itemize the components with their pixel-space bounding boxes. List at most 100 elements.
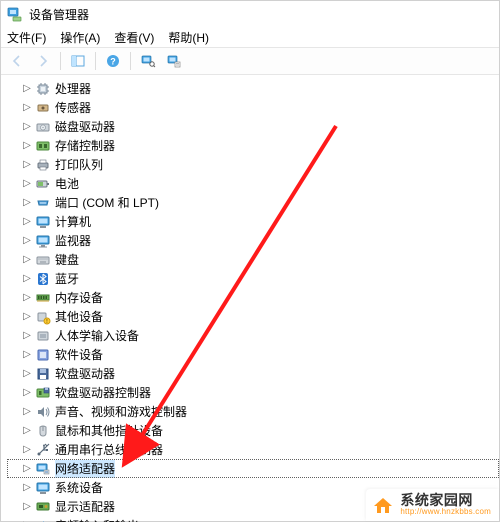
watermark-logo-icon: [372, 494, 394, 516]
menu-help[interactable]: 帮助(H): [168, 29, 209, 46]
tree-node-battery[interactable]: ▷ 电池: [7, 174, 499, 193]
tree-node-floppy-controller[interactable]: ▷ 软盘驱动器控制器: [7, 383, 499, 402]
tree-node-other-devices[interactable]: ▷ ! 其他设备: [7, 307, 499, 326]
expand-icon[interactable]: ▷: [21, 197, 33, 209]
computer-icon: [35, 214, 51, 230]
tree-node-label: 网络适配器: [55, 460, 115, 478]
keyboard-icon: [35, 252, 51, 268]
tree-node-print-queue[interactable]: ▷ 打印队列: [7, 155, 499, 174]
expand-icon[interactable]: ▷: [21, 311, 33, 323]
toolbar-divider: [95, 52, 96, 70]
toolbar-forward-button[interactable]: [31, 50, 55, 72]
floppy-controller-icon: [35, 385, 51, 401]
expand-icon[interactable]: ▷: [21, 425, 33, 437]
tree-node-cpu[interactable]: ▷ 处理器: [7, 79, 499, 98]
tree-node-ports[interactable]: ▷ 端口 (COM 和 LPT): [7, 193, 499, 212]
tree-node-label: 磁盘驱动器: [55, 118, 115, 136]
tree-node-keyboard[interactable]: ▷ 键盘: [7, 250, 499, 269]
toolbar-scan-button[interactable]: [136, 50, 160, 72]
toolbar-show-pane-button[interactable]: [66, 50, 90, 72]
battery-icon: [35, 176, 51, 192]
watermark: 系统家园网 http://www.hnzkbbs.com: [366, 489, 499, 521]
usb-controller-icon: [35, 442, 51, 458]
port-icon: [35, 195, 51, 211]
tree-node-label: 蓝牙: [55, 270, 79, 288]
expand-icon[interactable]: ▷: [21, 121, 33, 133]
tree-node-network-adapter[interactable]: ▷ 网络适配器: [7, 459, 499, 478]
expand-icon[interactable]: ▷: [21, 463, 33, 475]
tree-node-label: 通用串行总线控制器: [55, 441, 163, 459]
tree-node-label: 存储控制器: [55, 137, 115, 155]
device-tree[interactable]: ▷ 处理器 ▷ 传感器 ▷ 磁盘驱动器 ▷ 存储控制器: [1, 75, 499, 522]
sound-video-icon: [35, 404, 51, 420]
tree-node-hid[interactable]: ▷ 人体学输入设备: [7, 326, 499, 345]
menu-file[interactable]: 文件(F): [7, 29, 46, 46]
toolbar-divider: [130, 52, 131, 70]
toolbar-back-button[interactable]: [5, 50, 29, 72]
tree-node-label: 处理器: [55, 80, 91, 98]
expand-icon[interactable]: ▷: [21, 444, 33, 456]
network-adapter-icon: [35, 461, 51, 477]
menu-action[interactable]: 操作(A): [60, 29, 100, 46]
tree-node-bluetooth[interactable]: ▷ 蓝牙: [7, 269, 499, 288]
tree-node-label: 软盘驱动器: [55, 365, 115, 383]
tree-node-label: 人体学输入设备: [55, 327, 139, 345]
menu-view[interactable]: 查看(V): [114, 29, 154, 46]
tree-node-label: 电池: [55, 175, 79, 193]
tree-node-sound-video[interactable]: ▷ 声音、视频和游戏控制器: [7, 402, 499, 421]
audio-io-icon: [35, 518, 51, 522]
floppy-drive-icon: [35, 366, 51, 382]
expand-icon[interactable]: ▷: [21, 140, 33, 152]
tree-node-software-devices[interactable]: ▷ 软件设备: [7, 345, 499, 364]
titlebar: 设备管理器: [1, 1, 499, 27]
tree-node-label: 系统设备: [55, 479, 103, 497]
watermark-url: http://www.hnzkbbs.com: [400, 508, 491, 517]
app-icon: [7, 6, 23, 22]
tree-node-label: 声音、视频和游戏控制器: [55, 403, 187, 421]
tree-node-label: 其他设备: [55, 308, 103, 326]
display-adapter-icon: [35, 499, 51, 515]
tree-node-sensor[interactable]: ▷ 传感器: [7, 98, 499, 117]
expand-icon[interactable]: ▷: [21, 501, 33, 513]
tree-node-mouse[interactable]: ▷ 鼠标和其他指针设备: [7, 421, 499, 440]
tree-node-floppy-drive[interactable]: ▷ 软盘驱动器: [7, 364, 499, 383]
tree-node-monitor[interactable]: ▷ 监视器: [7, 231, 499, 250]
expand-icon[interactable]: ▷: [21, 83, 33, 95]
expand-icon[interactable]: ▷: [21, 330, 33, 342]
system-device-icon: [35, 480, 51, 496]
expand-icon[interactable]: ▷: [21, 159, 33, 171]
hid-icon: [35, 328, 51, 344]
other-device-icon: !: [35, 309, 51, 325]
bluetooth-icon: [35, 271, 51, 287]
expand-icon[interactable]: ▷: [21, 178, 33, 190]
expand-icon[interactable]: ▷: [21, 406, 33, 418]
tree-node-storage-controller[interactable]: ▷ 存储控制器: [7, 136, 499, 155]
expand-icon[interactable]: ▷: [21, 254, 33, 266]
window-title: 设备管理器: [29, 6, 89, 23]
tree-node-label: 音频输入和输出: [55, 517, 139, 522]
sensor-icon: [35, 100, 51, 116]
tree-node-label: 软件设备: [55, 346, 103, 364]
tree-node-label: 端口 (COM 和 LPT): [55, 194, 159, 212]
expand-icon[interactable]: ▷: [21, 102, 33, 114]
expand-icon[interactable]: ▷: [21, 368, 33, 380]
cpu-icon: [35, 81, 51, 97]
expand-icon[interactable]: ▷: [21, 216, 33, 228]
tree-node-label: 键盘: [55, 251, 79, 269]
tree-node-label: 内存设备: [55, 289, 103, 307]
disk-icon: [35, 119, 51, 135]
toolbar-properties-button[interactable]: [162, 50, 186, 72]
tree-node-label: 传感器: [55, 99, 91, 117]
expand-icon[interactable]: ▷: [21, 235, 33, 247]
tree-node-memory[interactable]: ▷ 内存设备: [7, 288, 499, 307]
toolbar-help-button[interactable]: ?: [101, 50, 125, 72]
tree-node-usb-controller[interactable]: ▷ 通用串行总线控制器: [7, 440, 499, 459]
expand-icon[interactable]: ▷: [21, 292, 33, 304]
expand-icon[interactable]: ▷: [21, 387, 33, 399]
expand-icon[interactable]: ▷: [21, 482, 33, 494]
expand-icon[interactable]: ▷: [21, 349, 33, 361]
tree-node-computer[interactable]: ▷ 计算机: [7, 212, 499, 231]
expand-icon[interactable]: ▷: [21, 273, 33, 285]
monitor-icon: [35, 233, 51, 249]
tree-node-disk[interactable]: ▷ 磁盘驱动器: [7, 117, 499, 136]
